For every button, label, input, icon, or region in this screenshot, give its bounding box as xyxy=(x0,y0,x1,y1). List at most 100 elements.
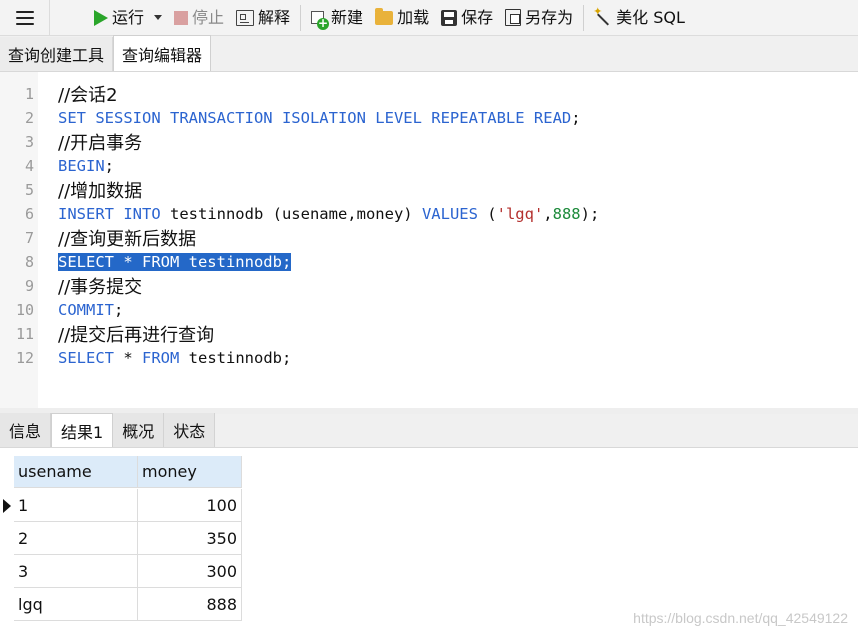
line-number: 3 xyxy=(24,133,34,151)
stop-label: 停止 xyxy=(192,7,225,27)
result-grid: usename money 1 100 2 350 3 300 lgq 888 xyxy=(0,456,242,621)
tab-query-editor[interactable]: 查询编辑器 xyxy=(113,35,212,71)
code-line[interactable]: 1 //会话2 xyxy=(0,82,858,106)
column-header-money[interactable]: money xyxy=(138,456,242,488)
table-row[interactable]: lgq 888 xyxy=(0,588,242,621)
code-line[interactable]: 7 //查询更新后数据 xyxy=(0,226,858,250)
play-icon xyxy=(94,9,108,26)
row-indicator xyxy=(0,489,14,522)
code-text: //查询更新后数据 xyxy=(58,226,196,250)
sql-number: 888 xyxy=(552,205,581,223)
code-line[interactable]: 4 BEGIN; xyxy=(0,154,858,178)
row-indicator xyxy=(0,456,14,489)
line-number: 11 xyxy=(15,325,34,343)
sql-keyword: BEGIN xyxy=(58,157,105,175)
toolbar-divider xyxy=(583,4,585,31)
cell-money[interactable]: 100 xyxy=(138,489,242,522)
chevron-down-icon[interactable] xyxy=(154,15,163,20)
code-text: //提交后再进行查询 xyxy=(58,322,214,346)
code-text: //事务提交 xyxy=(58,274,142,298)
sql-token: ( xyxy=(477,205,497,223)
tab-query-builder[interactable]: 查询创建工具 xyxy=(0,37,114,71)
code-line[interactable]: 5 //增加数据 xyxy=(0,178,858,202)
sql-keyword: COMMIT xyxy=(58,301,114,319)
save-as-icon xyxy=(505,9,522,26)
watermark: https://blog.csdn.net/qq_42549122 xyxy=(633,610,848,626)
sql-keyword: VALUES xyxy=(421,205,478,223)
save-button[interactable]: 保存 xyxy=(435,0,499,36)
tab-status[interactable]: 状态 xyxy=(164,413,216,447)
code-line[interactable]: 6 INSERT INTO testinnodb (usename,money) … xyxy=(0,202,858,226)
sql-token: testinnodb (usename,money) xyxy=(160,205,422,223)
sql-comment: //开启事务 xyxy=(58,133,143,154)
save-icon xyxy=(441,9,458,26)
save-label: 保存 xyxy=(461,7,494,27)
line-number: 9 xyxy=(24,277,34,295)
explain-icon xyxy=(236,9,255,26)
tab-info[interactable]: 信息 xyxy=(0,413,52,447)
line-number: 5 xyxy=(24,181,34,199)
new-query-icon xyxy=(311,10,330,30)
menu-button[interactable] xyxy=(0,0,50,36)
beautify-sql-button[interactable]: 美化 SQL xyxy=(588,0,691,36)
stop-button[interactable]: 停止 xyxy=(168,0,230,36)
cell-usename[interactable]: 3 xyxy=(14,555,138,588)
result-tab-bar: 信息 结果1 概况 状态 xyxy=(0,413,858,448)
sql-token: ; xyxy=(571,109,581,127)
new-button[interactable]: 新建 xyxy=(305,0,369,36)
explain-button[interactable]: 解释 xyxy=(230,0,296,36)
cell-usename[interactable]: 1 xyxy=(14,489,138,522)
beautify-sql-label: 美化 SQL xyxy=(616,7,685,27)
selected-sql-text: SELECT * FROM testinnodb; xyxy=(58,253,292,271)
save-as-button[interactable]: 另存为 xyxy=(499,0,579,36)
code-text: //会话2 xyxy=(58,82,118,106)
line-number: 8 xyxy=(24,253,34,271)
stop-icon xyxy=(174,10,189,25)
code-text: SELECT * FROM testinnodb; xyxy=(58,346,291,370)
column-header-usename[interactable]: usename xyxy=(14,456,138,488)
code-text: //增加数据 xyxy=(58,178,142,202)
code-line[interactable]: 11 //提交后再进行查询 xyxy=(0,322,858,346)
table-row[interactable]: 1 100 xyxy=(0,489,242,522)
sql-token: * xyxy=(114,349,142,367)
sql-token: ; xyxy=(114,301,124,319)
code-text: SET SESSION TRANSACTION ISOLATION LEVEL … xyxy=(58,106,581,130)
sql-keyword: SET SESSION TRANSACTION ISOLATION LEVEL … xyxy=(58,109,572,127)
magic-wand-icon xyxy=(593,5,612,27)
explain-label: 解释 xyxy=(258,7,291,27)
code-text: //开启事务 xyxy=(58,130,142,154)
code-line[interactable]: 9 //事务提交 xyxy=(0,274,858,298)
code-line[interactable]: 2 SET SESSION TRANSACTION ISOLATION LEVEL… xyxy=(0,106,858,130)
cell-money[interactable]: 888 xyxy=(138,588,242,621)
cell-usename[interactable]: lgq xyxy=(14,588,138,621)
current-row-icon xyxy=(3,498,11,513)
table-row[interactable]: 3 300 xyxy=(0,555,242,588)
code-text: SELECT * FROM testinnodb; xyxy=(58,250,292,274)
tab-result1[interactable]: 结果1 xyxy=(51,413,114,447)
folder-icon xyxy=(375,7,394,25)
code-text: BEGIN; xyxy=(58,154,114,178)
cell-money[interactable]: 300 xyxy=(138,555,242,588)
row-indicator xyxy=(0,522,14,555)
code-line[interactable]: 8 SELECT * FROM testinnodb; xyxy=(0,250,858,274)
table-row[interactable]: 2 350 xyxy=(0,522,242,555)
cell-money[interactable]: 350 xyxy=(138,522,242,555)
tab-profile[interactable]: 概况 xyxy=(113,413,165,447)
row-indicator xyxy=(0,555,14,588)
load-button[interactable]: 加载 xyxy=(369,0,435,36)
run-button[interactable]: 运行 xyxy=(88,0,168,36)
sql-comment: //事务提交 xyxy=(58,277,143,298)
sql-keyword: FROM xyxy=(142,349,180,367)
code-line[interactable]: 3 //开启事务 xyxy=(0,130,858,154)
sql-comment: //会话2 xyxy=(58,85,118,106)
code-line[interactable]: 12 SELECT * FROM testinnodb; xyxy=(0,346,858,370)
code-text: INSERT INTO testinnodb (usename,money) V… xyxy=(58,202,599,226)
line-number: 1 xyxy=(24,85,34,103)
sql-comment: //查询更新后数据 xyxy=(58,229,197,250)
sql-editor[interactable]: 1 //会话2 2 SET SESSION TRANSACTION ISOLATION… xyxy=(0,72,858,408)
line-number: 12 xyxy=(15,349,34,367)
line-number: 7 xyxy=(24,229,34,247)
sql-token: ); xyxy=(580,205,600,223)
cell-usename[interactable]: 2 xyxy=(14,522,138,555)
code-line[interactable]: 10 COMMIT; xyxy=(0,298,858,322)
